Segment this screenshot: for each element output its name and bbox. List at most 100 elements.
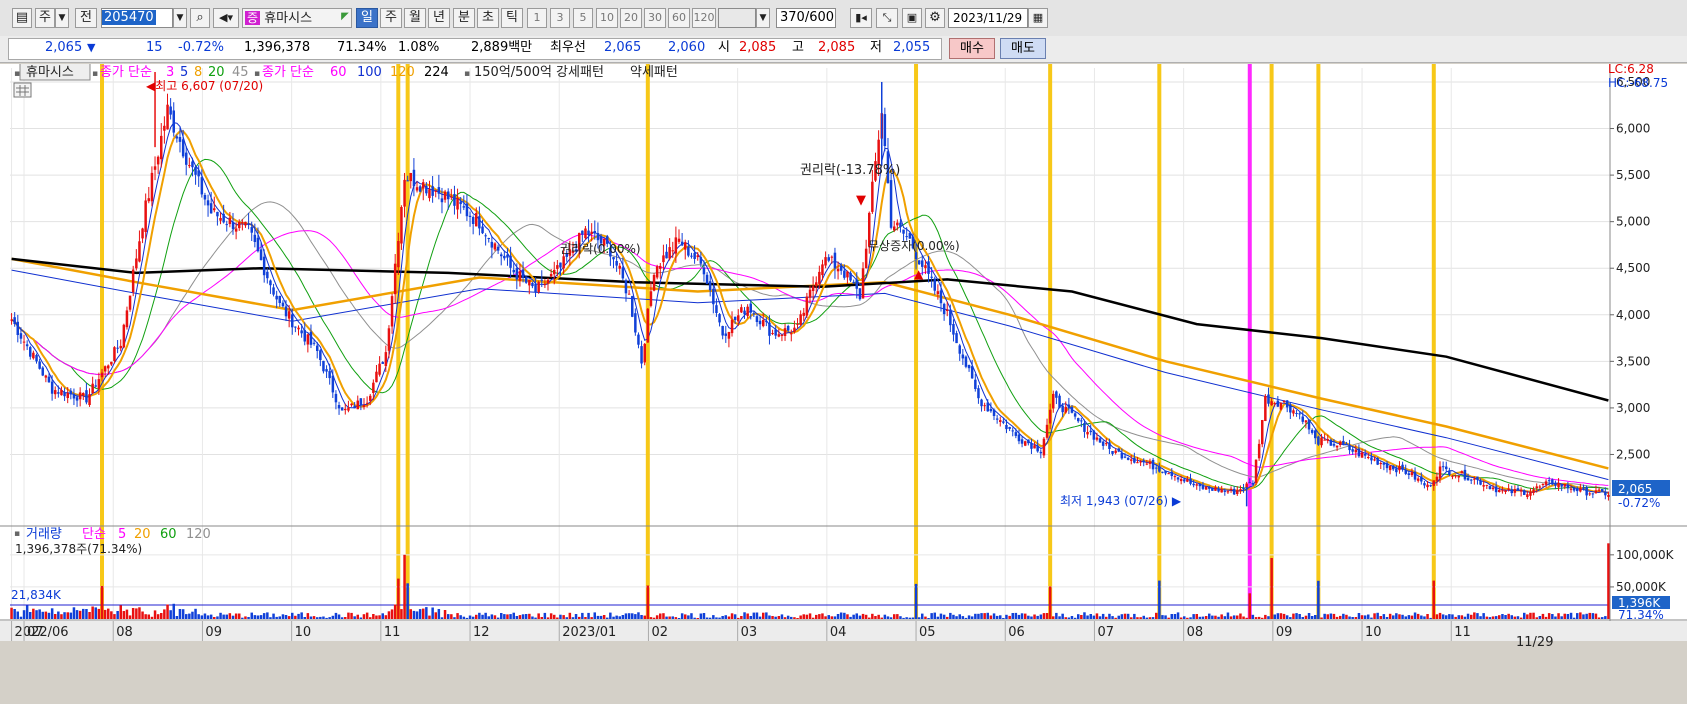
candle-body xyxy=(786,326,790,331)
candle-body xyxy=(197,170,200,177)
period-month[interactable]: 월 xyxy=(404,8,426,28)
price-tick-label: 3,500 xyxy=(1616,354,1650,368)
volume-bar xyxy=(222,614,225,619)
volume-bar xyxy=(631,613,634,619)
volume-bar xyxy=(369,617,372,619)
stock-name: 휴마시스 xyxy=(264,11,313,26)
volume-bar xyxy=(808,613,812,619)
volume-bar xyxy=(156,614,160,619)
volume-bar xyxy=(696,618,699,619)
volume-bar xyxy=(671,616,674,619)
candle-body xyxy=(680,241,684,246)
low-value: 2,055 xyxy=(893,40,931,55)
volume-bar xyxy=(540,617,543,619)
candle-body xyxy=(35,355,38,362)
volume-bar xyxy=(181,609,185,619)
period-day[interactable]: 일 xyxy=(356,8,378,28)
price-tick-label: 6,000 xyxy=(1616,122,1650,136)
volume-bar xyxy=(1276,613,1280,619)
volume-bar xyxy=(1392,615,1395,619)
calendar-icon[interactable]: ▦ xyxy=(1028,8,1048,28)
volume-bar xyxy=(559,614,562,619)
interval-3[interactable]: 3 xyxy=(550,8,570,28)
buy-button[interactable]: 매수 xyxy=(949,38,995,59)
candle-body xyxy=(16,321,19,335)
status-strip xyxy=(0,641,1687,701)
volume-bar xyxy=(1005,614,1008,619)
volume-current: 1,396,378주(71.34%) xyxy=(15,542,142,556)
candle-body xyxy=(1314,430,1317,439)
volume-bar xyxy=(1348,616,1351,619)
candle-body xyxy=(777,334,781,337)
count-field[interactable]: 370/600 xyxy=(776,8,836,28)
best-bid: 2,060 xyxy=(668,40,706,55)
candle-body xyxy=(1407,473,1411,475)
interval-30[interactable]: 30 xyxy=(644,8,666,28)
volume-bar xyxy=(1301,617,1304,619)
mode-select[interactable]: 주 xyxy=(35,8,55,28)
volume-bar xyxy=(708,617,712,619)
candle-body xyxy=(1285,400,1289,408)
candle-body xyxy=(1298,413,1301,415)
code-dropdown-icon[interactable]: ▼ xyxy=(173,8,187,28)
period-week[interactable]: 주 xyxy=(380,8,402,28)
table-icon[interactable] xyxy=(13,82,32,98)
period-minute[interactable]: 분 xyxy=(453,8,475,28)
interval-120[interactable]: 120 xyxy=(692,8,716,28)
interval-custom-input[interactable] xyxy=(718,8,756,28)
chart-settings-icon[interactable]: ▤ xyxy=(12,8,32,28)
gear-icon[interactable]: ⚙ xyxy=(925,8,945,28)
interval-5[interactable]: 5 xyxy=(573,8,593,28)
volume-bar xyxy=(1597,617,1601,619)
candle-body xyxy=(1385,463,1389,469)
interval-1[interactable]: 1 xyxy=(527,8,547,28)
period-year[interactable]: 년 xyxy=(428,8,450,28)
volume-bar xyxy=(830,616,834,619)
volume-bar xyxy=(905,617,908,619)
code-input[interactable]: 205470 xyxy=(101,8,173,28)
period-second[interactable]: 초 xyxy=(477,8,499,28)
volume-bar xyxy=(1254,617,1258,619)
candle-body xyxy=(1473,478,1476,480)
candle-body xyxy=(375,371,378,383)
volume-bar xyxy=(553,614,556,619)
interval-dropdown-icon[interactable]: ▼ xyxy=(756,8,770,28)
volume-bar xyxy=(1223,616,1227,619)
search-icon[interactable]: ⌕ xyxy=(190,8,210,28)
price-tick-label: 2,500 xyxy=(1616,447,1650,461)
volume-bar xyxy=(1195,614,1198,619)
chevron-down-icon[interactable]: ▼ xyxy=(55,8,69,28)
interval-60[interactable]: 60 xyxy=(668,8,690,28)
price-volume-chart[interactable]: 6,5006,0005,5005,0004,5004,0003,5003,000… xyxy=(0,62,1687,701)
save-icon[interactable]: ▣ xyxy=(902,8,922,28)
sell-button[interactable]: 매도 xyxy=(1000,38,1046,59)
volume-bar xyxy=(66,612,69,619)
volume-bar xyxy=(356,614,359,619)
candle-body xyxy=(1582,487,1585,489)
candle-body xyxy=(275,295,278,300)
candle-body xyxy=(833,252,837,269)
period-tick[interactable]: 틱 xyxy=(501,8,523,28)
volume-bar xyxy=(1426,614,1429,619)
volume-bar xyxy=(144,614,147,619)
speaker-icon[interactable]: ◀▾ xyxy=(213,8,239,28)
crosshair-icon[interactable]: ⤡ xyxy=(876,8,898,28)
candle-body xyxy=(1123,456,1127,458)
volume-bar xyxy=(150,616,154,619)
candle-body xyxy=(952,324,955,335)
date-input[interactable]: 2023/11/29 xyxy=(948,8,1028,28)
candle-body xyxy=(316,345,319,351)
volume-bar xyxy=(574,614,578,619)
price-tick-label: 5,000 xyxy=(1616,215,1650,229)
stock-name-field[interactable]: 증 휴마시스 xyxy=(242,8,352,28)
prev-button[interactable]: 전 xyxy=(75,8,97,28)
candle-body xyxy=(540,279,543,281)
candle-body xyxy=(1229,488,1233,490)
chart-tool-icon[interactable]: ▮◂ xyxy=(850,8,872,28)
volume-bar xyxy=(783,617,787,619)
candle-body xyxy=(712,288,715,305)
interval-20[interactable]: 20 xyxy=(620,8,642,28)
volume-bar xyxy=(1532,612,1535,619)
interval-10[interactable]: 10 xyxy=(596,8,618,28)
date-axis-end: 11/29 xyxy=(1516,635,1553,650)
